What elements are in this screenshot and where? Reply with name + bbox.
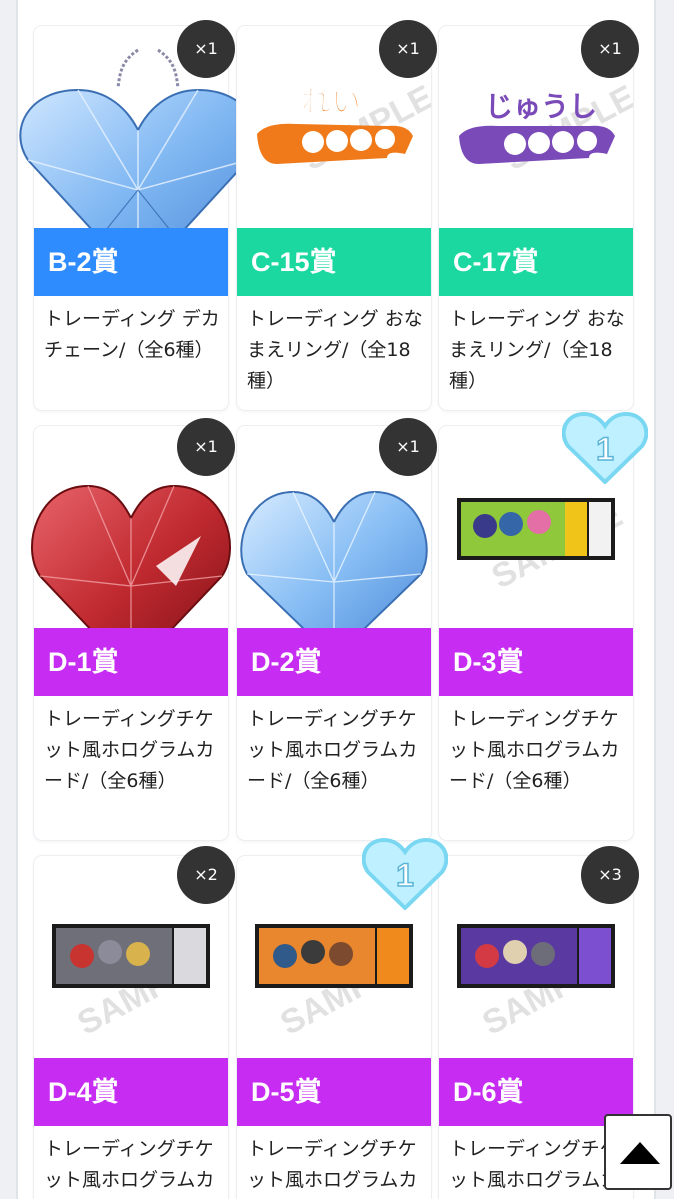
prize-rank-band: D-4賞 bbox=[34, 1058, 228, 1126]
quantity-badge: ×1 bbox=[379, 20, 437, 78]
quantity-badge: ×2 bbox=[177, 846, 235, 904]
prize-name: トレーディングチケット風ホログラムカード/（全6種） bbox=[44, 708, 215, 792]
prize-rank-band: D-5賞 bbox=[237, 1058, 431, 1126]
prize-card-c17[interactable]: SAMPLE じゅうし C-17賞 トレーディング おなまえリング/（全18種） bbox=[439, 26, 642, 410]
prize-name: トレーディング おなまえリング/（全18種） bbox=[247, 308, 423, 392]
quantity-badge: ×1 bbox=[177, 418, 235, 476]
prize-rank-band: C-17賞 bbox=[439, 228, 633, 296]
prize-rank-band: C-15賞 bbox=[237, 228, 431, 296]
prize-rank-band: D-3賞 bbox=[439, 628, 633, 696]
ring-text: じゅうし bbox=[485, 91, 597, 122]
quantity-badge: ×3 bbox=[581, 846, 639, 904]
prize-name: トレーディングチケット風ホログラムカード/（全6種） bbox=[44, 1138, 215, 1191]
quantity-badge: ×1 bbox=[581, 20, 639, 78]
prize-rank-band: B-2賞 bbox=[34, 228, 228, 296]
prize-rank-label: C-15賞 bbox=[251, 247, 337, 277]
triangle-up-icon bbox=[620, 1142, 660, 1164]
prize-rank-band: D-1賞 bbox=[34, 628, 228, 696]
prize-rank-label: D-6賞 bbox=[453, 1077, 524, 1107]
heart-icon: 1 bbox=[361, 837, 449, 911]
prize-card-b2[interactable]: B-2賞 トレーディング デカチェーン/（全6種） bbox=[19, 26, 257, 410]
quantity-badge: ×1 bbox=[379, 418, 437, 476]
prize-name: トレーディングチケット風ホログラムカード/（全6種） bbox=[449, 1138, 619, 1191]
heart-quantity-text: 1 bbox=[596, 431, 614, 467]
heart-quantity-text: 1 bbox=[396, 857, 414, 893]
prize-rank-label: C-17賞 bbox=[453, 247, 539, 277]
prize-card-c15[interactable]: SAMPLE れい C-15賞 トレーディング おなまえリング/（全18種） bbox=[237, 26, 440, 410]
prize-card-d1[interactable]: D-1賞 トレーディングチケット風ホログラムカード/（全6種） bbox=[31, 426, 231, 840]
ring-text: れい bbox=[301, 86, 361, 119]
prize-name: トレーディング デカチェーン/（全6種） bbox=[44, 308, 220, 361]
prize-rank-label: B-2賞 bbox=[48, 247, 119, 277]
prize-name: トレーディングチケット風ホログラムカード/（全6種） bbox=[449, 708, 620, 792]
prize-rank-label: D-5賞 bbox=[251, 1077, 322, 1107]
prize-rank-band: D-2賞 bbox=[237, 628, 431, 696]
prize-rank-label: D-2賞 bbox=[251, 647, 322, 677]
prize-name: トレーディングチケット風ホログラムカード/（全6種） bbox=[247, 1138, 418, 1191]
prize-card-d2[interactable]: D-2賞 トレーディングチケット風ホログラムカード/（全6種） bbox=[237, 426, 431, 840]
prize-rank-label: D-1賞 bbox=[48, 647, 119, 677]
heart-icon: 1 bbox=[561, 411, 649, 485]
heart-quantity-badge: 1 bbox=[561, 411, 649, 485]
prize-name: トレーディングチケット風ホログラムカード/（全6種） bbox=[247, 708, 418, 792]
heart-quantity-badge: 1 bbox=[361, 837, 449, 911]
prize-name: トレーディング おなまえリング/（全18種） bbox=[449, 308, 625, 392]
scroll-to-top-button[interactable] bbox=[604, 1114, 672, 1190]
prize-card-d3[interactable]: SAMPLE D-3賞 トレーディングチケット風ホログラムカード/（全6種） bbox=[439, 426, 633, 840]
quantity-badge: ×1 bbox=[177, 20, 235, 78]
prize-rank-label: D-3賞 bbox=[453, 647, 524, 677]
prize-card-d4[interactable]: SAMPLE D-4賞 トレーディングチケット風ホログラムカード/（全6種） bbox=[34, 856, 228, 1199]
prize-rank-label: D-4賞 bbox=[48, 1077, 119, 1107]
